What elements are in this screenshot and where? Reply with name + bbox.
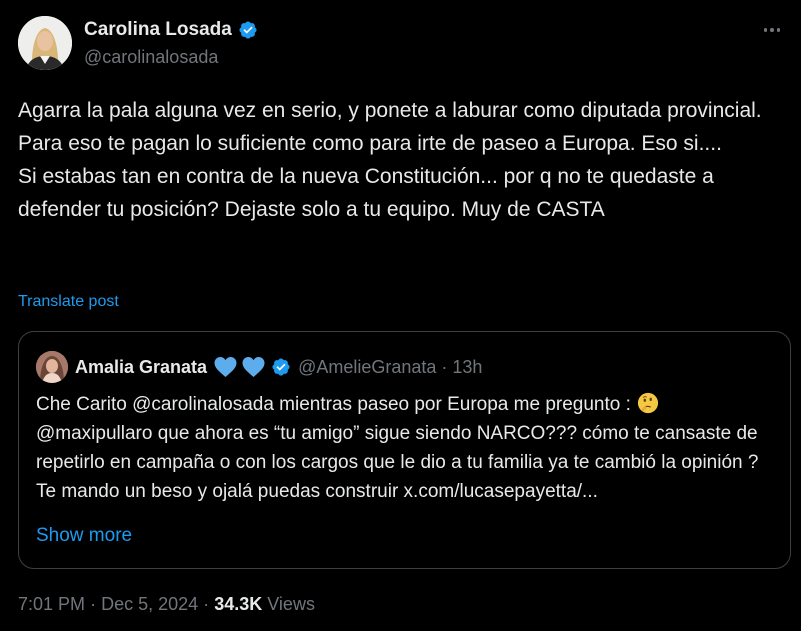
- verified-badge-icon: [239, 21, 257, 39]
- show-more-link[interactable]: Show more: [36, 525, 132, 547]
- author-name[interactable]: Carolina Losada: [84, 19, 232, 41]
- post-text-line: Para eso te pagan lo suficiente como par…: [18, 132, 722, 155]
- more-options-button[interactable]: [757, 18, 787, 42]
- quoted-author-avatar[interactable]: [36, 351, 68, 383]
- author-avatar[interactable]: [18, 16, 72, 70]
- quoted-text-line: @maxipullaro que ahora es “tu amigo” sig…: [36, 423, 759, 502]
- more-dot-icon: [763, 28, 768, 32]
- quoted-text-line: Che Carito @carolinalosada mientras pase…: [36, 394, 631, 415]
- author-name-row[interactable]: Carolina Losada: [84, 19, 258, 41]
- separator-dot: ·: [203, 594, 210, 614]
- post-date[interactable]: Dec 5, 2024: [101, 594, 198, 614]
- separator-dot: ·: [90, 594, 97, 614]
- quoted-header: Amalia Granata @AmelieGranata · 13h: [75, 356, 482, 378]
- quoted-post-card[interactable]: Amalia Granata @AmelieGranata · 13h Che …: [18, 331, 791, 569]
- more-dot-icon: [776, 28, 781, 32]
- views-label: Views: [267, 594, 315, 614]
- post-text-line: Si estabas tan en contra de la nueva Con…: [18, 165, 714, 221]
- quoted-timestamp[interactable]: 13h: [452, 357, 482, 378]
- views-count: 34.3K: [214, 594, 263, 614]
- author-handle[interactable]: @carolinalosada: [84, 47, 218, 68]
- post-time[interactable]: 7:01 PM: [18, 594, 85, 614]
- quoted-author-name[interactable]: Amalia Granata: [75, 357, 207, 378]
- author-avatar-image: [18, 16, 72, 70]
- quoted-author-handle[interactable]: @AmelieGranata: [298, 357, 436, 378]
- verified-badge-icon: [272, 358, 290, 376]
- quoted-post-text: Che Carito @carolinalosada mientras pase…: [36, 390, 776, 506]
- separator-dot: ·: [441, 356, 448, 377]
- translate-post-link[interactable]: Translate post: [18, 293, 119, 311]
- blue-heart-icon: [242, 357, 265, 377]
- thinking-face-icon: [637, 392, 658, 414]
- post-text-line: Agarra la pala alguna vez en serio, y po…: [18, 99, 762, 122]
- blue-heart-icon: [214, 357, 237, 377]
- quoted-avatar-image: [36, 351, 68, 383]
- more-dot-icon: [770, 28, 774, 32]
- post-meta: 7:01 PM · Dec 5, 2024 · 34.3K Views: [18, 594, 315, 615]
- name-emoji-group: [213, 356, 266, 378]
- post-text: Agarra la pala alguna vez en serio, y po…: [18, 94, 788, 226]
